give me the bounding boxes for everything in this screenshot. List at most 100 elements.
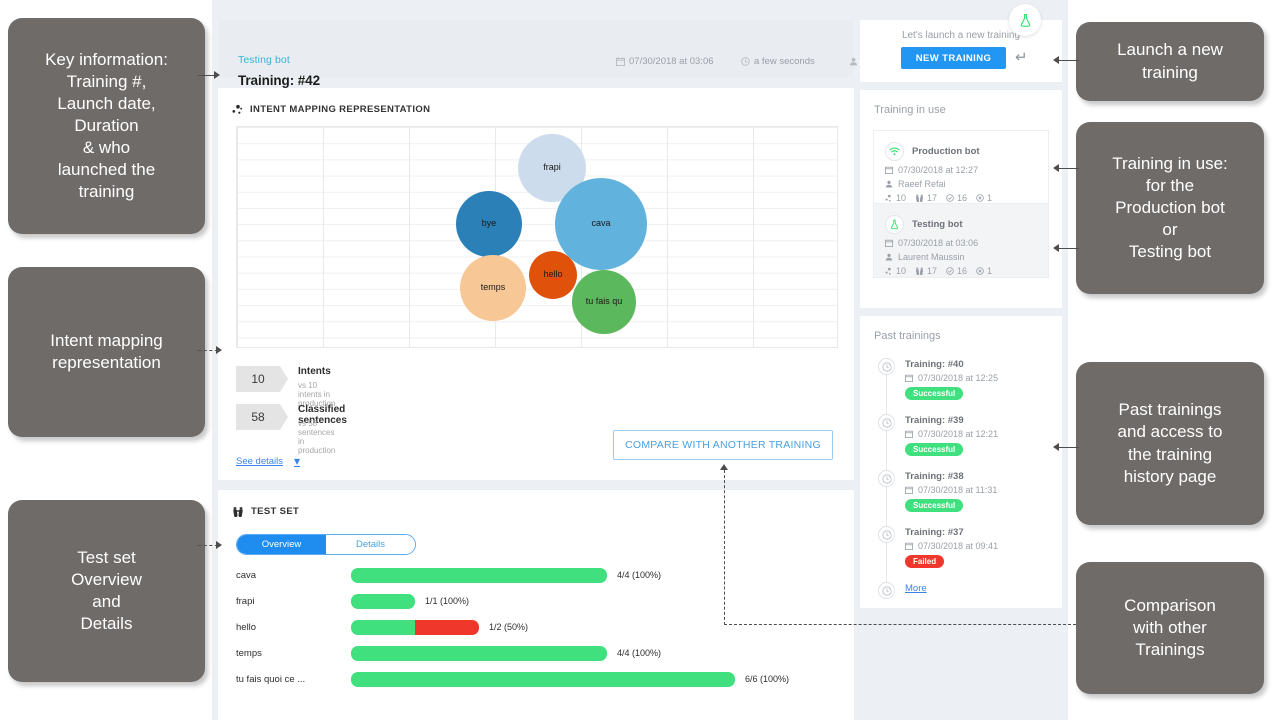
binoculars-icon — [915, 194, 924, 202]
scatter-nodes-icon — [232, 104, 243, 114]
testing-bot-badge[interactable] — [1009, 4, 1041, 36]
stat-passed: 16 — [946, 266, 967, 276]
progress-passed — [351, 646, 607, 661]
testing-bot-title: Testing bot — [912, 219, 963, 230]
test-set-row-label: temps — [236, 648, 262, 659]
clock-icon — [878, 414, 895, 431]
production-bot-author-text: Raeef Refai — [898, 179, 946, 189]
status-badge: Successful — [905, 443, 964, 456]
intent-panel-title-text: INTENT MAPPING REPRESENTATION — [250, 104, 431, 115]
calendar-icon — [885, 239, 893, 247]
callout-training-in-use: Training in use: for the Production bot … — [1076, 122, 1264, 294]
stat-intents-value: 10 — [236, 366, 288, 392]
connector-test-set — [198, 545, 218, 546]
progress-passed — [351, 620, 415, 635]
more-link[interactable]: More — [905, 583, 927, 594]
production-bot-date-text: 07/30/2018 at 12:27 — [898, 165, 979, 175]
bubble-label: temps — [480, 282, 506, 293]
stat-failed: 1 — [976, 193, 992, 203]
callout-past-trainings: Past trainings and access to the trainin… — [1076, 362, 1264, 525]
app-content: Testing bot Training: #42 07/30/2018 at … — [212, 0, 1068, 720]
intent-bubble-chart: frapi bye cava hello temps tu fais qu — [236, 126, 838, 348]
progress-failed — [415, 620, 479, 635]
training-duration: a few seconds — [741, 56, 815, 67]
callout-launch-new-training: Launch a new training — [1076, 22, 1264, 101]
past-training-title: Training: #37 — [905, 527, 964, 538]
status-badge: Successful — [905, 499, 964, 512]
see-details-label: See details — [236, 455, 284, 467]
bubble-hello[interactable]: hello — [529, 251, 577, 299]
user-icon — [885, 180, 893, 188]
tab-details[interactable]: Details — [326, 535, 415, 554]
connector-comparison-horizontal — [724, 624, 1076, 625]
see-details-link[interactable]: See details ▾ — [236, 454, 300, 468]
test-set-tabs[interactable]: Overview Details — [236, 534, 416, 555]
testing-bot-author-text: Laurent Maussin — [898, 252, 965, 262]
callout-key-information: Key information: Training #, Launch date… — [8, 18, 205, 234]
test-set-row-value: 6/6 (100%) — [745, 674, 790, 684]
test-set-title: TEST SET — [232, 506, 299, 517]
testing-bot-date: 07/30/2018 at 03:06 — [885, 238, 978, 248]
arrow-past-trainings — [1053, 443, 1059, 451]
test-set-title-text: TEST SET — [251, 506, 300, 517]
training-header-card: Testing bot Training: #42 — [218, 20, 854, 88]
test-set-progress-bar — [351, 620, 479, 635]
bubble-temps[interactable]: temps — [460, 255, 526, 321]
flask-icon — [1020, 13, 1030, 27]
training-in-use-heading: Training in use — [874, 104, 946, 116]
training-in-use-card-testing[interactable]: Testing bot 07/30/2018 at 03:06 Laurent … — [873, 204, 1049, 278]
test-set-row-value: 1/1 (100%) — [425, 596, 470, 606]
bubble-label: frapi — [543, 162, 561, 173]
calendar-icon — [885, 166, 893, 174]
past-training-date: 07/30/2018 at 12:25 — [905, 373, 998, 383]
test-set-row-value: 4/4 (100%) — [617, 570, 662, 580]
x-circle-icon — [976, 194, 984, 202]
training-in-use-card-production[interactable]: Production bot 07/30/2018 at 12:27 Raeef… — [873, 130, 1049, 204]
intent-panel-title: INTENT MAPPING REPRESENTATION — [232, 104, 430, 115]
arrow-key-information — [214, 71, 220, 79]
wifi-icon — [885, 142, 904, 161]
testing-bot-stats: 10 17 16 1 — [885, 266, 992, 276]
test-set-progress-bar — [351, 568, 607, 583]
stat-sentences: 17 — [915, 193, 937, 203]
production-bot-stats: 10 17 16 1 — [885, 193, 992, 203]
check-circle-icon — [946, 194, 954, 202]
callout-test-set: Test set Overview and Details — [8, 500, 205, 682]
arrow-test-set — [216, 541, 222, 549]
app-window: Testing bot Training: #42 07/30/2018 at … — [212, 0, 1068, 720]
test-set-row-label: frapi — [236, 596, 255, 607]
arrow-launch-new-training — [1053, 56, 1059, 64]
user-icon — [885, 253, 893, 261]
bubble-tu-fais-qu[interactable]: tu fais qu — [572, 270, 636, 334]
nodes-icon — [885, 194, 891, 202]
page-title: Training: #42 — [238, 73, 320, 88]
progress-passed — [351, 594, 415, 609]
compare-with-another-training-button[interactable]: COMPARE WITH ANOTHER TRAINING — [613, 430, 833, 460]
bubble-label: cava — [591, 218, 611, 229]
past-training-date-text: 07/30/2018 at 12:25 — [918, 373, 999, 383]
new-training-button[interactable]: NEW TRAINING — [901, 47, 1006, 69]
new-training-button-label: NEW TRAINING — [915, 52, 992, 64]
test-set-progress-bar — [351, 672, 735, 687]
test-set-row-value: 4/4 (100%) — [617, 648, 662, 658]
connector-production-bot — [1057, 168, 1079, 169]
stat-intents: 10 — [885, 266, 906, 276]
connector-intent-mapping — [198, 350, 218, 351]
past-training-date-text: 07/30/2018 at 12:21 — [918, 429, 999, 439]
arrow-intent-mapping — [216, 346, 222, 354]
clock-icon — [878, 526, 895, 543]
arrow-comparison — [720, 464, 728, 470]
training-date: 07/30/2018 at 03:06 — [616, 56, 714, 67]
stat-sentences-sub: vs 58 sentences in production — [298, 419, 336, 455]
testing-bot-author: Laurent Maussin — [885, 252, 965, 262]
clock-icon — [878, 582, 895, 599]
clock-icon — [878, 358, 895, 375]
bot-type-label: Testing bot — [238, 54, 290, 66]
bubble-bye[interactable]: bye — [456, 191, 522, 257]
callout-comparison: Comparison with other Trainings — [1076, 562, 1264, 694]
past-training-title: Training: #38 — [905, 471, 964, 482]
enter-key-icon: ↵ — [1015, 49, 1028, 66]
past-training-title: Training: #40 — [905, 359, 964, 370]
tab-overview[interactable]: Overview — [237, 535, 326, 554]
status-badge: Failed — [905, 555, 945, 568]
